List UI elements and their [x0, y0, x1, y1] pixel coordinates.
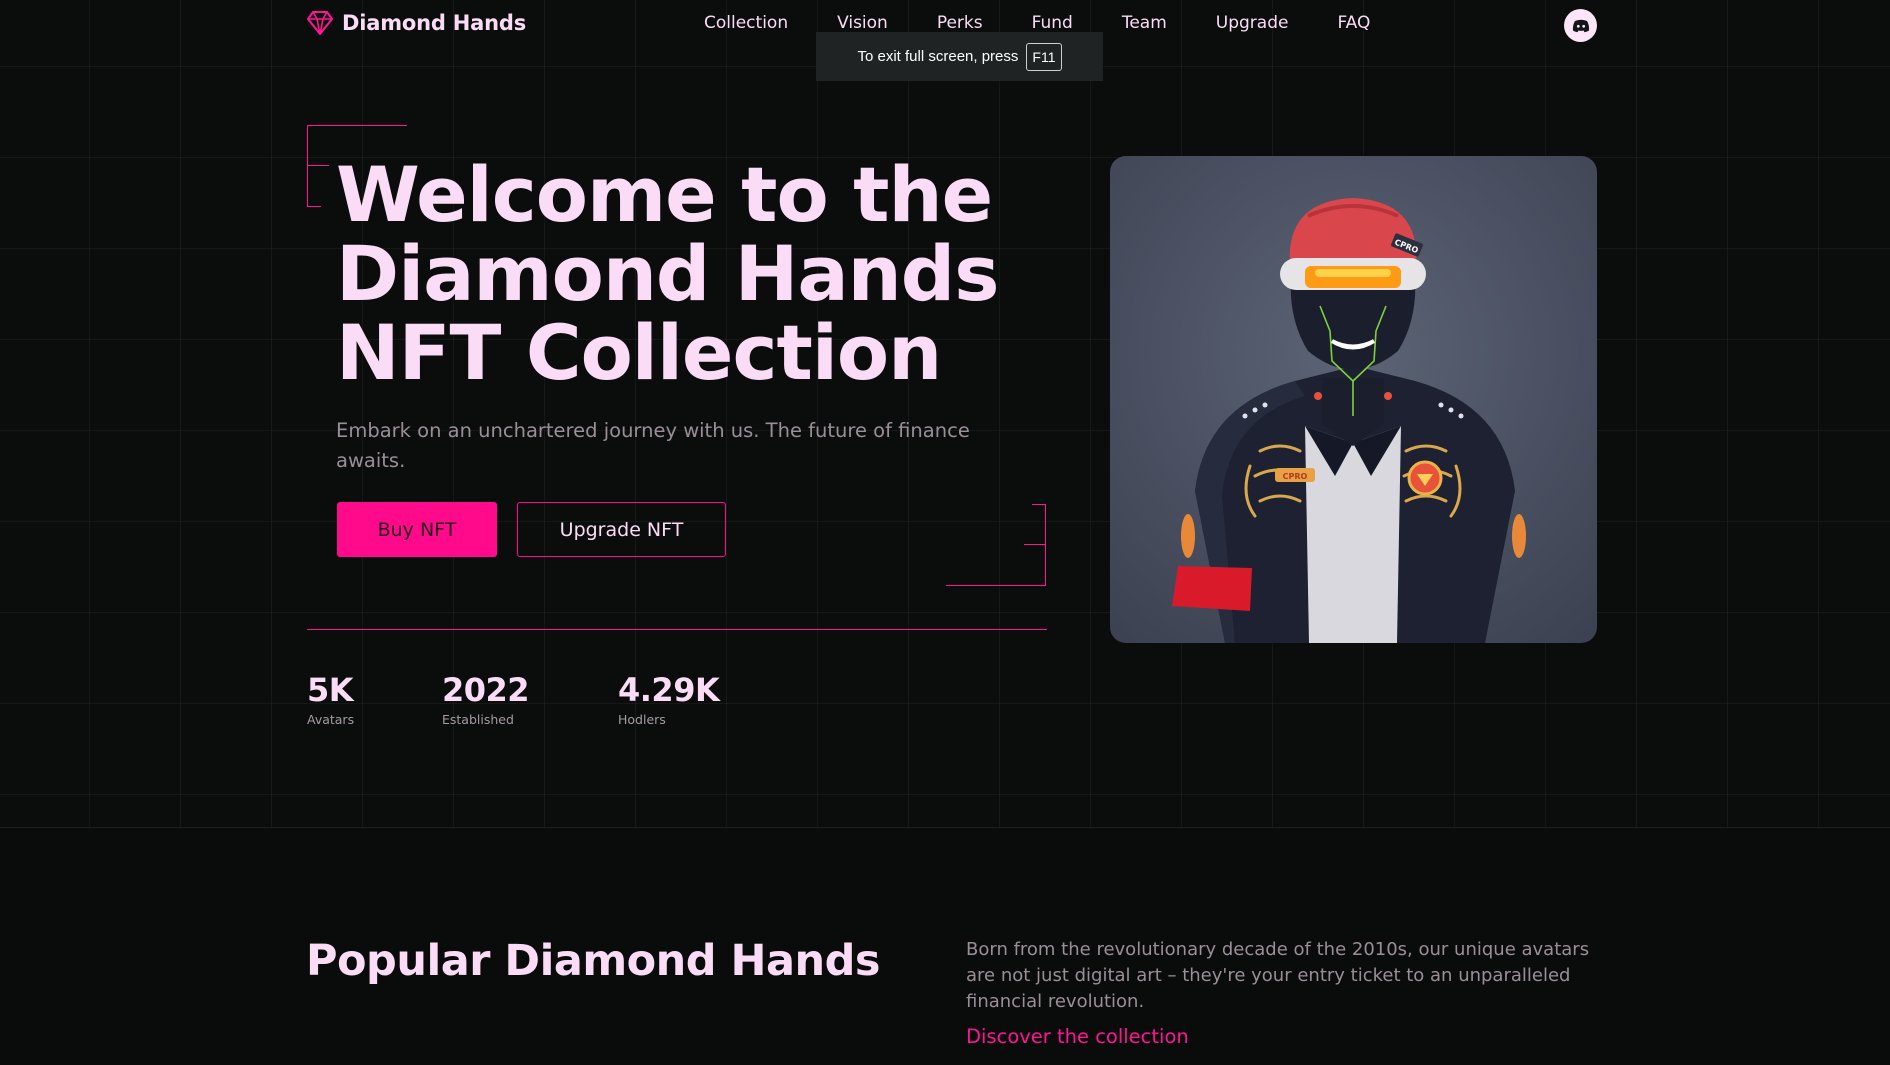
upgrade-nft-button[interactable]: Upgrade NFT — [517, 502, 726, 557]
discord-icon — [1572, 19, 1589, 32]
stat-hodlers-value: 4.29K — [618, 671, 720, 709]
stat-hodlers-label: Hodlers — [618, 712, 666, 727]
brand-logo[interactable]: Diamond Hands — [306, 10, 526, 36]
stat-established: 2022 Established — [442, 671, 530, 727]
main-nav: Collection Vision Perks Fund Team Upgrad… — [704, 13, 1419, 33]
svg-text:CPRO: CPRO — [1283, 472, 1308, 481]
discover-collection-link[interactable]: Discover the collection — [966, 1025, 1189, 1048]
nav-link-upgrade[interactable]: Upgrade — [1216, 13, 1289, 33]
popular-section-title: Popular Diamond Hands — [306, 936, 881, 986]
stat-established-label: Established — [442, 712, 514, 727]
featured-nft-image: CPRO CPRO — [1110, 156, 1597, 643]
hero-title: Welcome to the Diamond Hands NFT Collect… — [336, 155, 1036, 392]
nav-link-collection[interactable]: Collection — [704, 13, 788, 33]
stat-avatars-value: 5K — [307, 671, 354, 709]
hero-title-line-3: NFT Collection — [336, 308, 942, 397]
fullscreen-notice: To exit full screen, press F11 — [816, 32, 1103, 81]
hero-divider — [307, 629, 1047, 630]
nav-link-vision[interactable]: Vision — [837, 13, 888, 33]
diamond-icon — [307, 11, 333, 35]
discord-button[interactable] — [1564, 9, 1597, 42]
buy-nft-button[interactable]: Buy NFT — [337, 502, 497, 557]
nft-avatar-illustration: CPRO CPRO — [1172, 198, 1526, 643]
nav-link-fund[interactable]: Fund — [1032, 13, 1073, 33]
decorative-bracket-bottom-right — [946, 504, 1046, 586]
nav-link-perks[interactable]: Perks — [937, 13, 983, 33]
stat-hodlers: 4.29K Hodlers — [618, 671, 720, 727]
stat-established-value: 2022 — [442, 671, 530, 709]
hero-title-line-2: Diamond Hands — [336, 229, 999, 318]
nav-link-faq[interactable]: FAQ — [1337, 13, 1370, 33]
nav-link-team[interactable]: Team — [1122, 13, 1167, 33]
fullscreen-exit-key: F11 — [1026, 42, 1062, 71]
hero-subtitle: Embark on an unchartered journey with us… — [336, 419, 970, 472]
brand-name: Diamond Hands — [342, 11, 527, 35]
hero-title-line-1: Welcome to the — [336, 150, 993, 239]
popular-section-description: Born from the revolutionary decade of th… — [966, 939, 1590, 1012]
stat-avatars: 5K Avatars — [307, 672, 354, 727]
hero-section: Diamond Hands Collection Vision Perks Fu… — [0, 0, 1890, 828]
stat-avatars-label: Avatars — [307, 712, 355, 727]
fullscreen-notice-text: To exit full screen, press — [857, 48, 1019, 65]
